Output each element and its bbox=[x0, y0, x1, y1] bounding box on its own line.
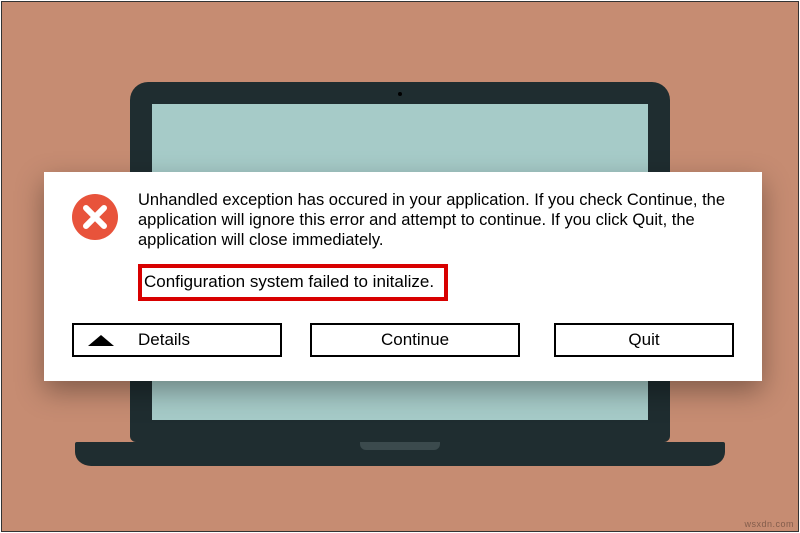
quit-button-label: Quit bbox=[628, 330, 659, 350]
dialog-body: Unhandled exception has occured in your … bbox=[72, 190, 734, 301]
quit-button[interactable]: Quit bbox=[554, 323, 734, 357]
error-detail-highlight: Configuration system failed to initalize… bbox=[138, 264, 448, 301]
continue-button-label: Continue bbox=[381, 330, 449, 350]
continue-button[interactable]: Continue bbox=[310, 323, 520, 357]
expand-up-icon bbox=[88, 335, 114, 346]
details-button-label: Details bbox=[138, 330, 190, 350]
details-button[interactable]: Details bbox=[72, 323, 282, 357]
illustration-frame: Unhandled exception has occured in your … bbox=[1, 1, 799, 532]
error-detail-text: Configuration system failed to initalize… bbox=[144, 272, 434, 291]
dialog-message: Unhandled exception has occured in your … bbox=[138, 190, 734, 250]
watermark: wsxdn.com bbox=[744, 519, 794, 529]
dialog-button-row: Details Continue Quit bbox=[72, 323, 734, 357]
laptop-hinge-notch bbox=[360, 442, 440, 450]
laptop-camera bbox=[398, 92, 402, 96]
laptop-base bbox=[75, 442, 725, 466]
error-dialog: Unhandled exception has occured in your … bbox=[44, 172, 762, 381]
dialog-text-block: Unhandled exception has occured in your … bbox=[138, 190, 734, 301]
error-x-icon bbox=[72, 194, 118, 245]
